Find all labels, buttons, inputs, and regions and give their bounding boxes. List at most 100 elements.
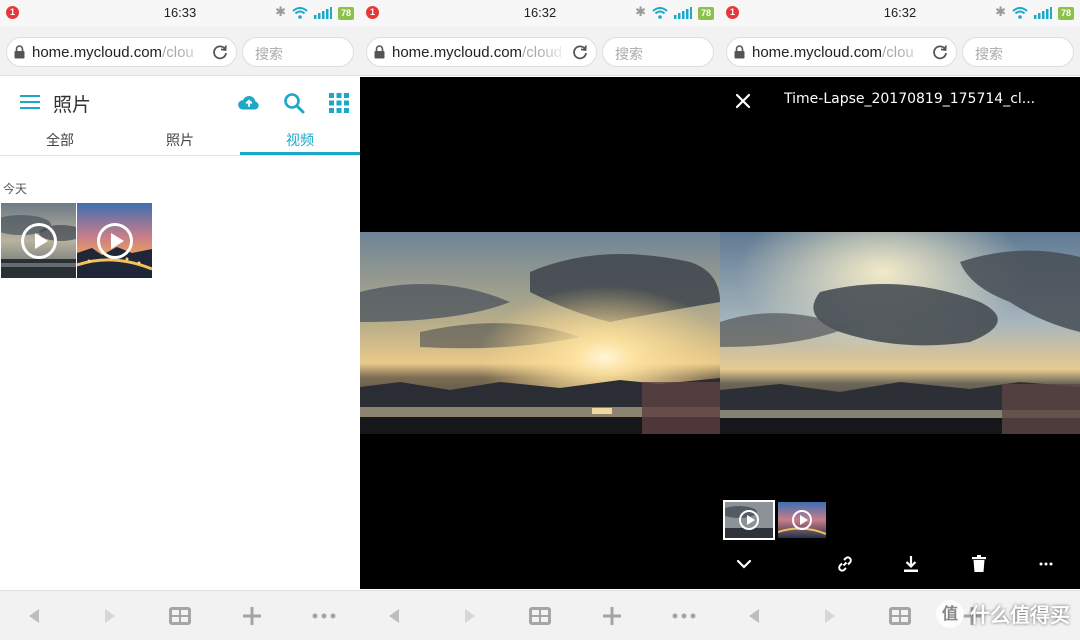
- battery-level: 78: [1057, 6, 1074, 20]
- watermark: 值 什么值得买: [936, 599, 1070, 628]
- url-host: home.mycloud.com: [392, 44, 523, 61]
- filter-tabs: 全部 照片 视频: [0, 127, 360, 156]
- close-icon[interactable]: [734, 92, 752, 110]
- back-icon[interactable]: [382, 604, 406, 628]
- bluetooth-icon: ✱: [275, 5, 286, 20]
- menu-icon[interactable]: [20, 95, 40, 109]
- play-icon: [792, 510, 812, 530]
- search-field[interactable]: 搜索: [602, 37, 714, 67]
- watermark-text: 什么值得买: [970, 603, 1070, 627]
- url-fade: [540, 38, 568, 66]
- url-field[interactable]: home.mycloud.com/clou: [6, 37, 237, 67]
- video-thumbnail-selected[interactable]: [723, 500, 775, 540]
- sunset-over-lake-image: [360, 232, 720, 434]
- search-placeholder: 搜索: [975, 47, 1003, 63]
- tab-videos[interactable]: 视频: [240, 130, 360, 150]
- back-icon[interactable]: [742, 604, 766, 628]
- url-field[interactable]: home.mycloud.com/cloud: [366, 37, 597, 67]
- plus-icon[interactable]: [600, 604, 624, 628]
- video-thumbnail[interactable]: [77, 203, 152, 278]
- url-field[interactable]: home.mycloud.com/clou: [726, 37, 957, 67]
- lock-icon: [374, 45, 385, 59]
- video-viewer-area: Time-Lapse_20170819_175714_cl...: [720, 77, 1080, 589]
- search-field[interactable]: 搜索: [242, 37, 354, 67]
- panel-video-player: 1 16:32 ✱ 78 home.mycloud.com/cloud 搜索: [360, 0, 720, 640]
- video-title: Time-Lapse_20170819_175714_cl...: [784, 91, 1036, 107]
- browser-toolbar: home.mycloud.com/clou 搜索: [0, 26, 360, 76]
- back-icon[interactable]: [22, 604, 46, 628]
- url-host: home.mycloud.com: [752, 44, 883, 61]
- chevron-down-icon[interactable]: [734, 554, 754, 574]
- url-host: home.mycloud.com: [32, 44, 163, 61]
- app-header: 照片: [0, 77, 360, 127]
- plus-icon[interactable]: [240, 604, 264, 628]
- search-icon[interactable]: [282, 91, 306, 115]
- download-icon[interactable]: [901, 554, 921, 574]
- bluetooth-icon: ✱: [635, 5, 646, 20]
- search-placeholder: 搜索: [255, 47, 283, 63]
- video-thumbnail[interactable]: [778, 502, 826, 538]
- search-placeholder: 搜索: [615, 47, 643, 63]
- signal-icon: [313, 7, 332, 19]
- menu-dots-icon[interactable]: [312, 604, 336, 628]
- panel-gallery: 1 16:33 ✱ 78 home.mycloud.com/clou 搜索 照片: [0, 0, 360, 640]
- video-frame: [360, 232, 720, 434]
- panel-video-viewer: 1 16:32 ✱ 78 home.mycloud.com/clou 搜索 Ti…: [720, 0, 1080, 640]
- url-fade: [900, 38, 928, 66]
- video-frame[interactable]: [720, 232, 1080, 434]
- upload-cloud-icon[interactable]: [237, 91, 261, 115]
- play-icon: [739, 510, 759, 530]
- browser-toolbar: home.mycloud.com/cloud 搜索: [360, 26, 720, 76]
- forward-icon[interactable]: [458, 604, 482, 628]
- wifi-icon: [1012, 7, 1028, 19]
- browser-bottom-bar: [360, 590, 720, 640]
- menu-dots-icon[interactable]: [672, 604, 696, 628]
- url-text: home.mycloud.com/clou: [752, 44, 914, 61]
- page-title: 照片: [53, 94, 92, 116]
- tab-all[interactable]: 全部: [0, 130, 120, 150]
- signal-icon: [1033, 7, 1052, 19]
- wifi-icon: [652, 7, 668, 19]
- status-bar: 1 16:32 ✱ 78: [360, 0, 720, 26]
- search-field[interactable]: 搜索: [962, 37, 1074, 67]
- battery-level: 78: [697, 6, 714, 20]
- status-icons: ✱ 78: [635, 5, 714, 21]
- reload-icon[interactable]: [211, 43, 229, 61]
- sunset-over-lake-image: [720, 232, 1080, 434]
- browser-toolbar: home.mycloud.com/clou 搜索: [720, 26, 1080, 76]
- reload-icon[interactable]: [931, 43, 949, 61]
- date-section-label: 今天: [3, 182, 28, 196]
- link-icon[interactable]: [835, 554, 855, 574]
- url-text: home.mycloud.com/cloud: [392, 44, 562, 61]
- trash-icon[interactable]: [969, 554, 989, 574]
- wifi-icon: [292, 7, 308, 19]
- play-icon: [96, 222, 133, 259]
- tabs-icon[interactable]: [528, 604, 552, 628]
- watermark-badge: 值: [936, 599, 964, 628]
- tab-photos[interactable]: 照片: [120, 130, 240, 150]
- more-icon[interactable]: [1036, 554, 1056, 574]
- lock-icon: [734, 45, 745, 59]
- active-tab-indicator: [240, 152, 360, 155]
- browser-bottom-bar: [0, 590, 360, 640]
- video-thumbnail[interactable]: [1, 203, 76, 278]
- signal-icon: [673, 7, 692, 19]
- status-bar: 1 16:33 ✱ 78: [0, 0, 360, 26]
- battery-level: 78: [337, 6, 354, 20]
- screenshot: 1 16:33 ✱ 78 home.mycloud.com/clou 搜索 照片: [0, 0, 1080, 640]
- url-fade: [180, 38, 208, 66]
- tabs-icon[interactable]: [168, 604, 192, 628]
- video-player-area[interactable]: [360, 77, 720, 589]
- grid-icon[interactable]: [327, 91, 351, 115]
- url-text: home.mycloud.com/clou: [32, 44, 194, 61]
- bluetooth-icon: ✱: [995, 5, 1006, 20]
- status-icons: ✱ 78: [995, 5, 1074, 21]
- reload-icon[interactable]: [571, 43, 589, 61]
- status-bar: 1 16:32 ✱ 78: [720, 0, 1080, 26]
- browser-bottom-bar: 值 什么值得买: [720, 590, 1080, 640]
- lock-icon: [14, 45, 25, 59]
- tabs-icon[interactable]: [888, 604, 912, 628]
- forward-icon[interactable]: [818, 604, 842, 628]
- forward-icon[interactable]: [98, 604, 122, 628]
- play-icon: [20, 222, 57, 259]
